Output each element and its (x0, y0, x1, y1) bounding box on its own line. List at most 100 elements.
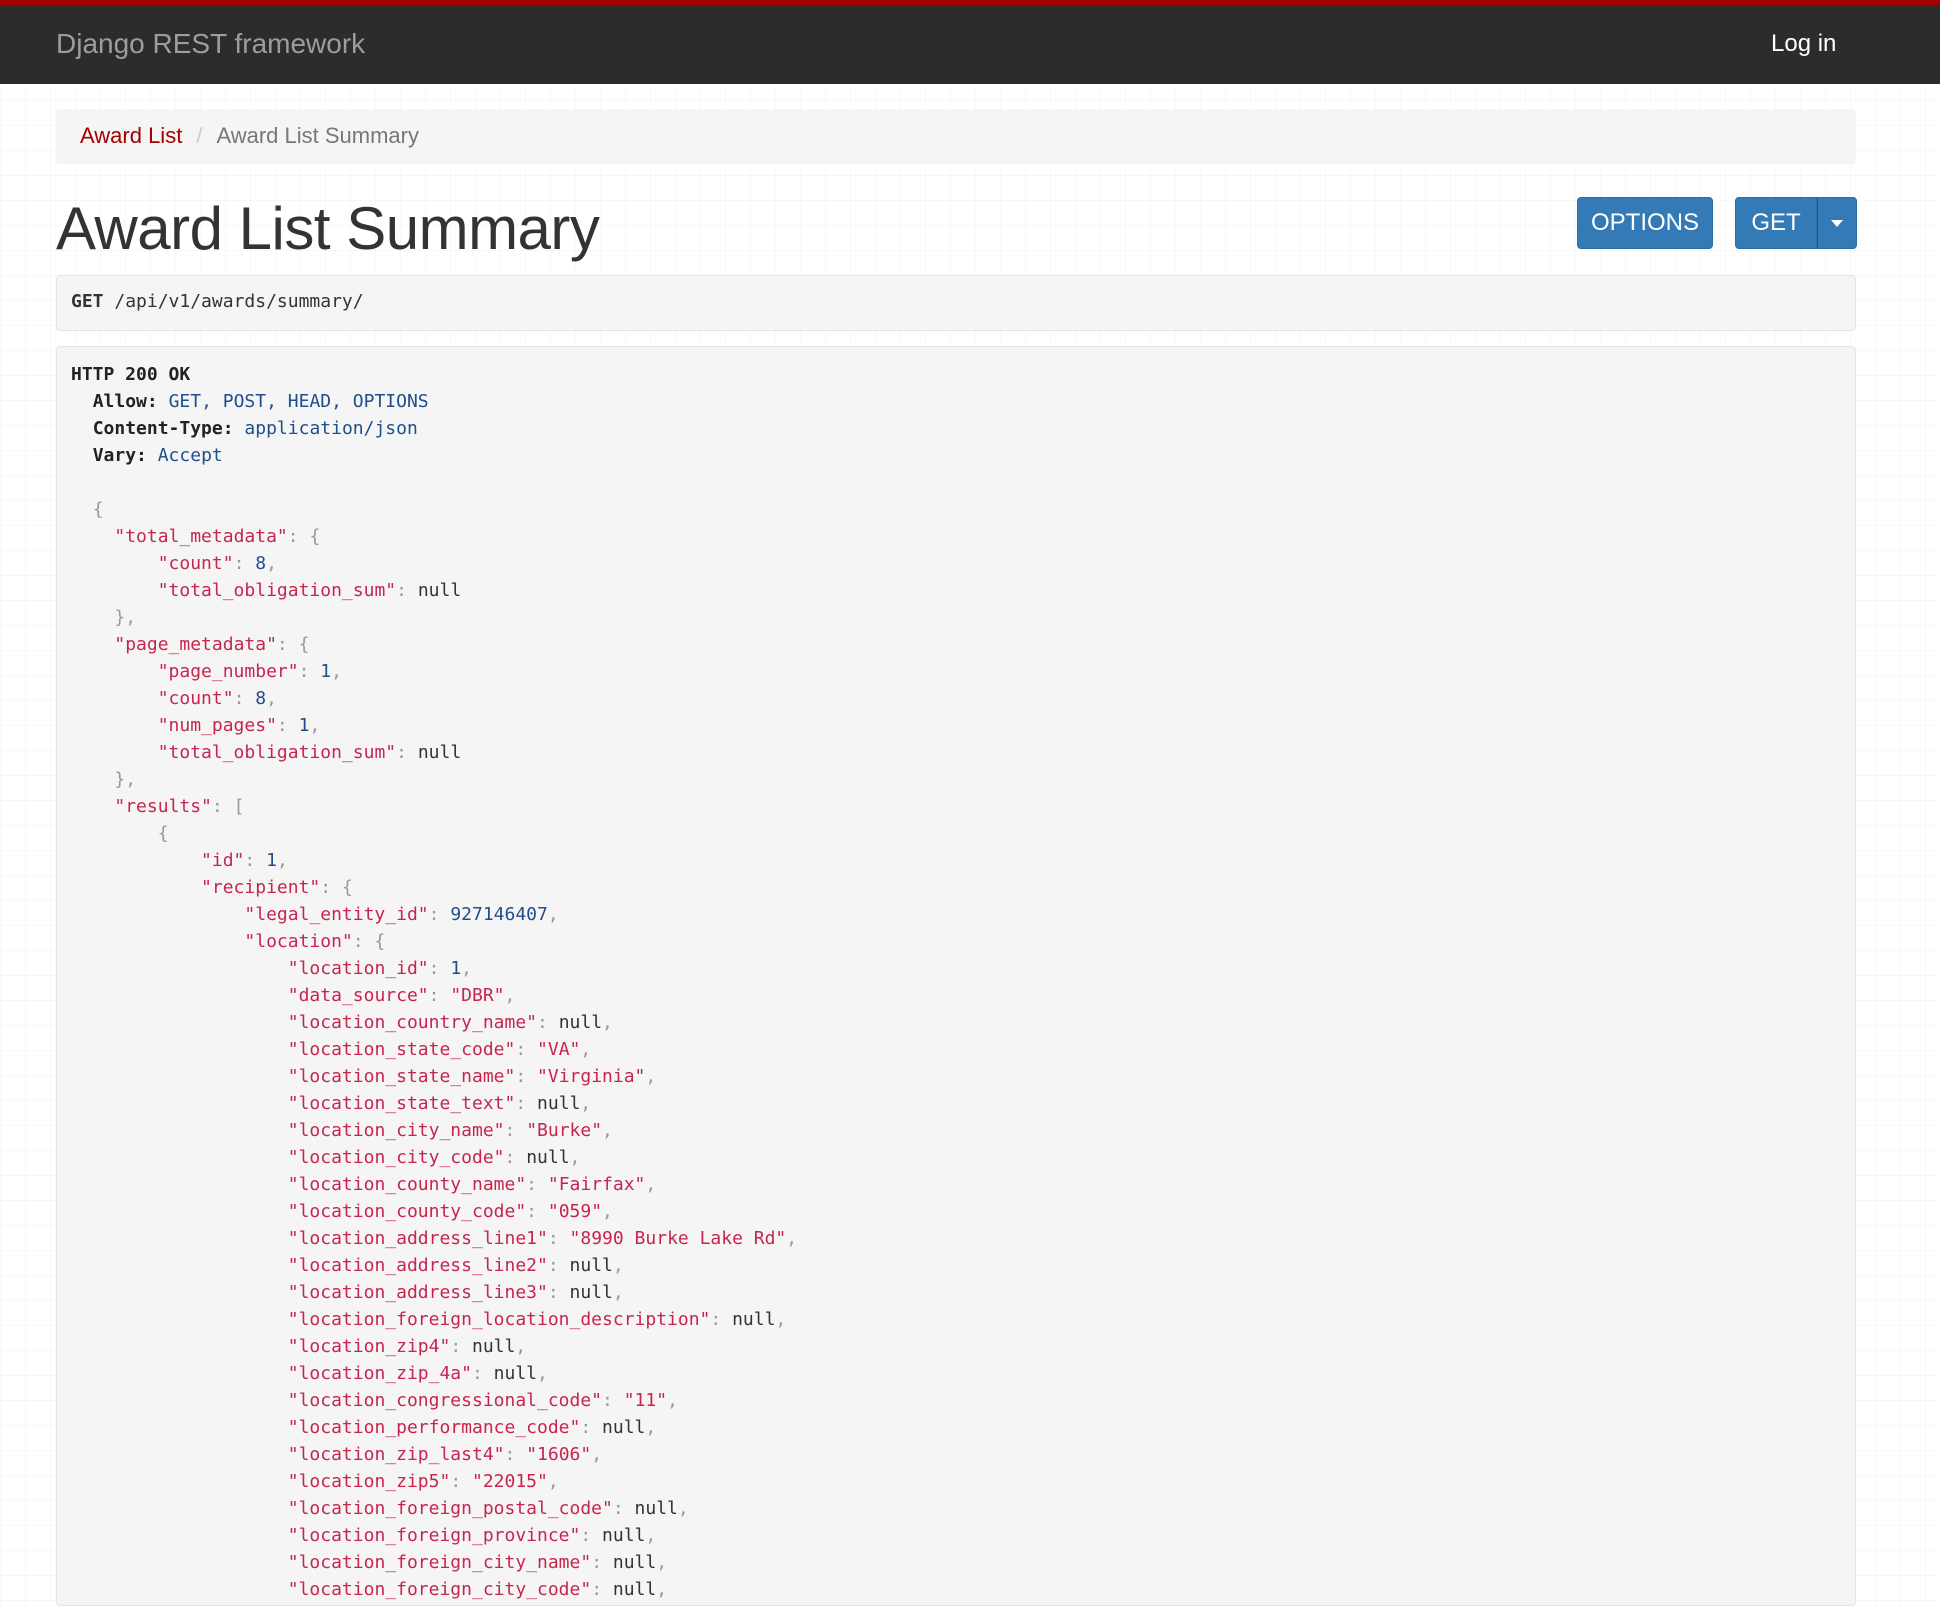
json-value: null (602, 1417, 646, 1438)
json-key: "location_state_code" (287, 1039, 516, 1060)
json-value: "DBR" (450, 985, 505, 1006)
response-content: HTTP 200 OK Allow: GET, POST, HEAD, OPTI… (57, 347, 1855, 1605)
response-header-value: GET, POST, HEAD, OPTIONS (168, 391, 429, 412)
response-header-name: Vary: (92, 445, 147, 466)
json-value: null (602, 1525, 646, 1546)
json-colon: : (428, 904, 451, 925)
json-colon: : (547, 1282, 570, 1303)
json-comma: , (276, 850, 288, 871)
json-colon: : (428, 985, 451, 1006)
json-key: "location_foreign_location_description" (287, 1309, 711, 1330)
response-header-name: Allow: (92, 391, 158, 412)
json-colon: : (547, 1228, 570, 1249)
json-value: "11" (623, 1390, 668, 1411)
json-comma: , (547, 1471, 559, 1492)
json-key: "location_zip_last4" (287, 1444, 505, 1465)
json-value: "8990 Burke Lake Rd" (569, 1228, 787, 1249)
json-value: null (732, 1309, 776, 1330)
json-comma: , (580, 1039, 592, 1060)
json-colon: : (612, 1498, 635, 1519)
json-comma: , (547, 904, 559, 925)
json-comma: , (461, 958, 473, 979)
json-value: "Fairfax" (547, 1174, 646, 1195)
json-colon: : (471, 1363, 494, 1384)
json-comma: , (612, 1282, 624, 1303)
response-info: HTTP 200 OK Allow: GET, POST, HEAD, OPTI… (56, 346, 1856, 1606)
json-key: "count" (157, 553, 234, 574)
json-colon: : (504, 1444, 527, 1465)
json-value: 1 (320, 661, 332, 682)
json-value: null (526, 1147, 570, 1168)
json-punctuation: } (114, 769, 126, 790)
json-key: "location_congressional_code" (287, 1390, 603, 1411)
json-key: "total_obligation_sum" (157, 742, 397, 763)
get-button[interactable]: GET (1735, 197, 1817, 249)
json-colon: : (602, 1390, 624, 1411)
caret-down-icon (1831, 219, 1843, 227)
json-colon: : (320, 877, 342, 898)
json-value: null (537, 1093, 581, 1114)
json-value: 8 (255, 688, 267, 709)
get-format-dropdown-toggle[interactable] (1817, 197, 1857, 249)
json-colon: : (580, 1417, 603, 1438)
json-comma: , (677, 1498, 689, 1519)
json-key: "location_zip_4a" (287, 1363, 472, 1384)
json-comma: , (667, 1390, 678, 1411)
json-key: "total_obligation_sum" (157, 580, 397, 601)
navbar: Django REST framework Log in (0, 0, 1940, 84)
json-colon: : (396, 742, 418, 763)
json-colon: : (276, 634, 299, 655)
json-value: "059" (547, 1201, 603, 1222)
json-value: null (569, 1282, 613, 1303)
json-key: "location_id" (287, 958, 429, 979)
json-key: "location_city_name" (287, 1120, 505, 1141)
brand-link[interactable]: Django REST framework (56, 28, 365, 60)
json-key: "legal_entity_id" (244, 904, 429, 925)
login-link[interactable]: Log in (1771, 30, 1836, 58)
json-colon: : (547, 1255, 570, 1276)
options-button[interactable]: OPTIONS (1577, 197, 1713, 249)
json-colon: : (428, 958, 451, 979)
json-key: "count" (157, 688, 234, 709)
json-key: "location_city_code" (287, 1147, 505, 1168)
json-colon: : (591, 1579, 613, 1600)
breadcrumb-separator: / (196, 123, 203, 148)
json-value: 1 (450, 958, 462, 979)
json-colon: : (396, 580, 418, 601)
json-comma: , (645, 1174, 657, 1195)
json-comma: , (309, 715, 321, 736)
response-header-value: Accept (157, 445, 223, 466)
json-colon: : (515, 1093, 538, 1114)
json-key: "results" (114, 796, 212, 817)
json-comma: , (331, 661, 342, 682)
json-key: "location_address_line1" (287, 1228, 548, 1249)
json-colon: : (504, 1147, 527, 1168)
json-punctuation: , (125, 769, 137, 790)
json-key: "location_zip5" (287, 1471, 451, 1492)
breadcrumb-award-list[interactable]: Award List (80, 123, 182, 148)
json-colon: : (287, 526, 310, 547)
json-colon: : (504, 1120, 527, 1141)
request-method: GET (71, 291, 104, 312)
json-punctuation: { (157, 823, 169, 844)
json-comma: , (591, 1444, 603, 1465)
json-value: "Burke" (526, 1120, 603, 1141)
json-key: "location_foreign_province" (287, 1525, 581, 1546)
json-comma: , (515, 1336, 527, 1357)
json-punctuation: [ (233, 796, 245, 817)
response-status: HTTP 200 OK (71, 364, 191, 385)
json-colon: : (211, 796, 234, 817)
json-key: "location_foreign_city_name" (287, 1552, 592, 1573)
json-value: null (493, 1363, 538, 1384)
json-value: "1606" (526, 1444, 592, 1465)
json-value: null (472, 1336, 516, 1357)
json-key: "location_foreign_city_code" (287, 1579, 592, 1600)
get-button-group: GET (1735, 197, 1857, 249)
json-comma: , (602, 1201, 613, 1222)
json-key: "location_performance_code" (287, 1417, 581, 1438)
json-comma: , (775, 1309, 787, 1330)
json-colon: : (450, 1471, 472, 1492)
json-value: null (634, 1498, 678, 1519)
json-comma: , (656, 1552, 668, 1573)
json-colon: : (244, 850, 267, 871)
